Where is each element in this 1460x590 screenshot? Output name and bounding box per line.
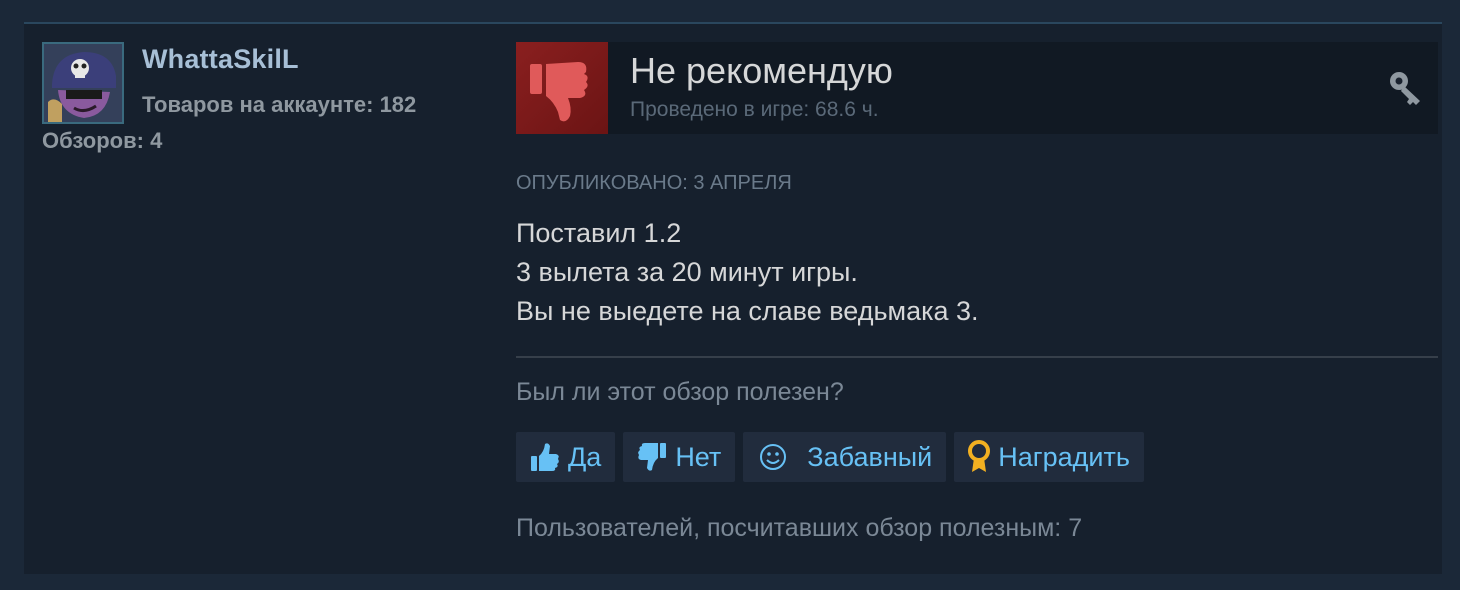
divider [516,356,1438,358]
author-username[interactable]: WhattaSkilL [142,44,299,75]
thumbs-down-icon [516,42,608,134]
vote-yes-button[interactable]: Да [516,432,616,482]
avatar-image [44,44,122,122]
review-vote-header[interactable]: Не рекомендую Проведено в игре: 68.6 ч. [516,42,1438,134]
review-body: Поставил 1.2 3 вылета за 20 минут игры. … [516,214,979,331]
award-button[interactable]: Наградить [954,432,1144,482]
review-line: 3 вылета за 20 минут игры. [516,257,858,287]
helpful-question: Был ли этот обзор полезен? [516,378,844,406]
vote-buttons: Да Нет Забавный Наградить [516,432,1144,482]
author-products-count[interactable]: Товаров на аккаунте: 182 [142,92,416,118]
vote-funny-button[interactable]: Забавный [743,432,947,482]
review-posted-date: Опубликовано: 3 апреля [516,172,792,194]
vote-funny-label: Забавный [807,441,933,472]
avatar[interactable] [42,42,124,124]
review-line: Вы не выедете на славе ведьмака 3. [516,296,979,326]
thumbs-up-icon [528,440,562,474]
review-line: Поставил 1.2 [516,218,682,248]
author-reviews-count[interactable]: Обзоров: 4 [42,128,162,154]
review-card: WhattaSkilL Товаров на аккаунте: 182 Обз… [24,22,1442,574]
smiley-icon [757,441,789,473]
vote-yes-label: Да [568,441,602,472]
review-playtime: Проведено в игре: 68.6 ч. [630,98,879,121]
vote-no-button[interactable]: Нет [623,432,736,482]
thumbs-down-icon [635,440,669,474]
vote-no-label: Нет [675,441,722,472]
medal-icon [966,439,992,475]
helpful-count: Пользователей, посчитавших обзор полезны… [516,514,1083,542]
review-verdict[interactable]: Не рекомендую [630,50,893,92]
award-label: Наградить [998,441,1130,472]
key-icon [1388,70,1426,111]
